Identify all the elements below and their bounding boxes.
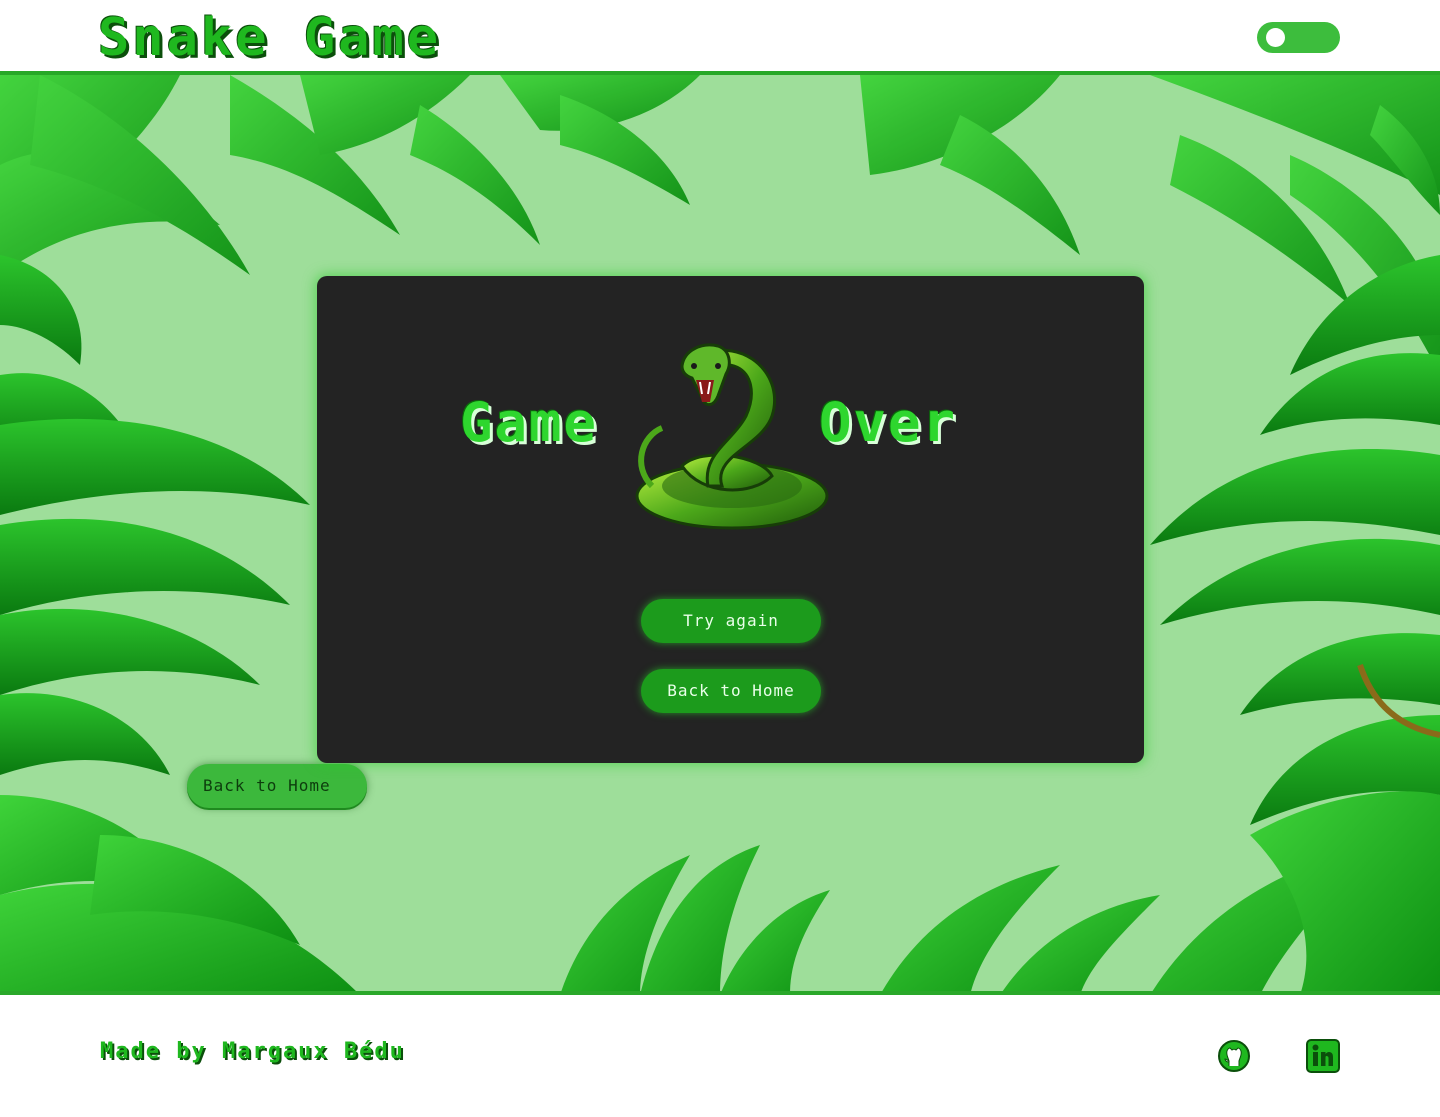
try-again-button[interactable]: Try again: [641, 599, 821, 643]
theme-toggle[interactable]: [1257, 22, 1340, 53]
snake-icon: [635, 343, 829, 530]
linkedin-icon[interactable]: [1306, 1039, 1340, 1073]
site-title: Snake Game: [98, 8, 442, 68]
site-footer: Made by Margaux Bédu: [0, 995, 1440, 1117]
site-header: Snake Game: [0, 0, 1440, 75]
footer-credit: Made by Margaux Bédu: [100, 1039, 405, 1064]
game-over-word-left: Game: [460, 391, 599, 454]
back-to-home-button[interactable]: Back to Home: [641, 669, 821, 713]
github-icon[interactable]: [1217, 1039, 1251, 1073]
background-back-home-button: Back to Home: [187, 764, 367, 808]
toggle-knob: [1266, 28, 1285, 47]
game-over-modal: Game Over Try again Back to Home: [317, 276, 1144, 763]
